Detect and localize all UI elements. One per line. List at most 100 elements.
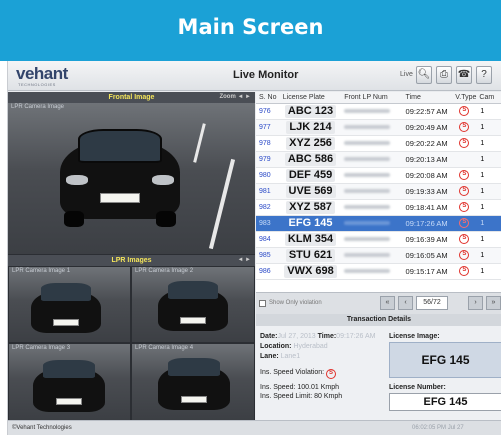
column-header-time[interactable]: Time bbox=[402, 92, 453, 104]
table-row[interactable]: 981 UVE 569 09:19:33 AM S 1 bbox=[256, 183, 501, 200]
column-header-sno[interactable]: S. No bbox=[256, 92, 280, 104]
row-serial-number: 978 bbox=[256, 135, 280, 152]
row-license-plate-cell: EFG 145 bbox=[279, 215, 342, 232]
table-row[interactable]: 976 ABC 123 09:22:57 AM S 1 bbox=[256, 103, 501, 120]
row-cam: 1 bbox=[476, 135, 501, 152]
help-button[interactable]: ? bbox=[476, 66, 492, 84]
last-page-button[interactable]: » bbox=[486, 296, 501, 310]
records-table: S. No License Plate Front LP Num Time V.… bbox=[256, 92, 501, 280]
row-license-plate-cell: XYZ 256 bbox=[279, 135, 342, 152]
live-label: Live bbox=[400, 71, 413, 78]
car-image bbox=[33, 360, 105, 416]
table-row[interactable]: 982 XYZ 587 09:18:41 AM S 1 bbox=[256, 199, 501, 216]
print-button[interactable]: ⎙ bbox=[436, 66, 452, 84]
row-front-lp bbox=[341, 135, 403, 152]
lpr-camera-4[interactable]: LPR Camera Image 4 bbox=[132, 344, 254, 420]
row-time: 09:20:08 AM bbox=[402, 167, 453, 184]
row-serial-number: 982 bbox=[256, 199, 280, 216]
table-header-row: S. No License Plate Front LP Num Time V.… bbox=[256, 92, 501, 104]
column-header-vtype[interactable]: V.Type bbox=[452, 92, 477, 104]
row-front-lp bbox=[341, 199, 403, 216]
table-row[interactable]: 978 XYZ 256 09:20:22 AM S 1 bbox=[256, 135, 501, 152]
row-time: 09:16:39 AM bbox=[402, 231, 453, 248]
page-title: Live Monitor bbox=[233, 69, 299, 81]
row-vtype bbox=[452, 151, 477, 168]
lpr-camera-2[interactable]: LPR Camera Image 2 bbox=[132, 267, 254, 342]
column-header-cam[interactable]: Cam bbox=[476, 92, 501, 104]
row-license-plate: LJK 214 bbox=[286, 120, 335, 134]
row-license-plate: STU 621 bbox=[285, 248, 336, 262]
row-serial-number: 981 bbox=[256, 183, 280, 200]
row-time: 09:18:41 AM bbox=[402, 199, 453, 216]
violation-only-checkbox[interactable] bbox=[259, 300, 266, 307]
car-image bbox=[31, 283, 101, 337]
row-license-plate-cell: LJK 214 bbox=[279, 119, 342, 136]
frontal-camera-view[interactable]: LPR Camera Image bbox=[8, 103, 255, 254]
speed-violation-icon: S bbox=[459, 106, 470, 116]
row-license-plate: VWX 698 bbox=[284, 264, 337, 278]
speed-violation-line: Ins. Speed Violation: S bbox=[260, 369, 337, 379]
blurred-front-lp bbox=[344, 252, 391, 257]
lane-line: Lane: Lane1 bbox=[260, 353, 301, 360]
blurred-front-lp bbox=[344, 188, 391, 193]
car-image bbox=[60, 127, 180, 227]
lpr-nav-controls[interactable]: ◄ ► bbox=[237, 255, 251, 266]
blurred-front-lp bbox=[344, 236, 391, 241]
license-number-label: License Number: bbox=[389, 384, 446, 391]
table-row[interactable]: 986 VWX 698 09:15:17 AM S 1 bbox=[256, 263, 501, 280]
row-license-plate: ABC 586 bbox=[284, 152, 337, 166]
lpr-camera-1[interactable]: LPR Camera Image 1 bbox=[9, 267, 130, 342]
row-license-plate-cell: DEF 459 bbox=[279, 167, 342, 184]
speed-violation-icon: S bbox=[459, 234, 470, 244]
car-image bbox=[158, 281, 228, 335]
table-row[interactable]: 977 LJK 214 09:20:49 AM S 1 bbox=[256, 119, 501, 136]
column-header-front-lp[interactable]: Front LP Num bbox=[341, 92, 403, 104]
logo-subtitle: TECHNOLOGIES bbox=[18, 82, 56, 87]
ins-speed: Ins. Speed: 100.01 Kmph bbox=[260, 384, 339, 391]
location-line: Location: Hyderabad bbox=[260, 343, 328, 350]
first-page-button[interactable]: « bbox=[380, 296, 395, 310]
pagination-bar: Show Only violation « ‹ 56/72 › » bbox=[256, 292, 501, 314]
row-serial-number: 986 bbox=[256, 263, 280, 280]
row-license-plate-cell: ABC 586 bbox=[279, 151, 342, 168]
next-page-icon: › bbox=[474, 299, 477, 306]
frontal-zoom-controls[interactable]: Zoom ◄ ► bbox=[219, 92, 251, 103]
row-vtype: S bbox=[452, 103, 477, 120]
table-row[interactable]: 979 ABC 586 09:20:13 AM 1 bbox=[256, 151, 501, 168]
row-cam: 1 bbox=[476, 263, 501, 280]
row-time: 09:20:13 AM bbox=[402, 151, 453, 168]
speed-violation-icon: S bbox=[459, 170, 470, 180]
table-row[interactable]: 980 DEF 459 09:20:08 AM S 1 bbox=[256, 167, 501, 184]
row-serial-number: 976 bbox=[256, 103, 280, 120]
search-button[interactable]: 🔍︎ bbox=[416, 66, 432, 84]
prev-page-button[interactable]: ‹ bbox=[398, 296, 413, 310]
row-license-plate: ABC 123 bbox=[284, 104, 337, 118]
page-number-field[interactable]: 56/72 bbox=[416, 296, 448, 310]
camera-panel: Frontal Image Zoom ◄ ► LPR Camera Image … bbox=[8, 92, 255, 420]
help-icon: ? bbox=[481, 69, 487, 80]
phone-button[interactable]: ☎ bbox=[456, 66, 472, 84]
blurred-front-lp bbox=[344, 140, 391, 145]
prev-page-icon: ‹ bbox=[404, 299, 407, 306]
table-row[interactable]: 985 STU 621 09:16:05 AM S 1 bbox=[256, 247, 501, 264]
lpr-camera-3-label: LPR Camera Image 3 bbox=[12, 345, 71, 351]
row-front-lp bbox=[341, 215, 403, 232]
row-license-plate: UVE 569 bbox=[285, 184, 336, 198]
row-license-plate-cell: KLM 354 bbox=[279, 231, 342, 248]
table-row[interactable]: 984 KLM 354 09:16:39 AM S 1 bbox=[256, 231, 501, 248]
transaction-details: Transaction Details Date:Jul 27, 2013 Ti… bbox=[256, 314, 501, 420]
blurred-front-lp bbox=[344, 172, 391, 177]
car-image bbox=[158, 358, 230, 414]
table-row[interactable]: 983 EFG 145 09:17:26 AM S 1 bbox=[256, 215, 501, 232]
row-time: 09:22:57 AM bbox=[402, 103, 453, 120]
lpr-camera-3[interactable]: LPR Camera Image 3 bbox=[9, 344, 130, 420]
next-page-button[interactable]: › bbox=[468, 296, 483, 310]
column-header-license-plate[interactable]: License Plate bbox=[279, 92, 342, 104]
row-cam: 1 bbox=[476, 231, 501, 248]
row-cam: 1 bbox=[476, 247, 501, 264]
row-license-plate-cell: XYZ 587 bbox=[279, 199, 342, 216]
speed-violation-icon: S bbox=[459, 122, 470, 132]
row-vtype: S bbox=[452, 215, 477, 232]
blurred-front-lp bbox=[344, 156, 391, 161]
ins-speed-limit: Ins. Speed Limit: 80 Kmph bbox=[260, 393, 343, 400]
